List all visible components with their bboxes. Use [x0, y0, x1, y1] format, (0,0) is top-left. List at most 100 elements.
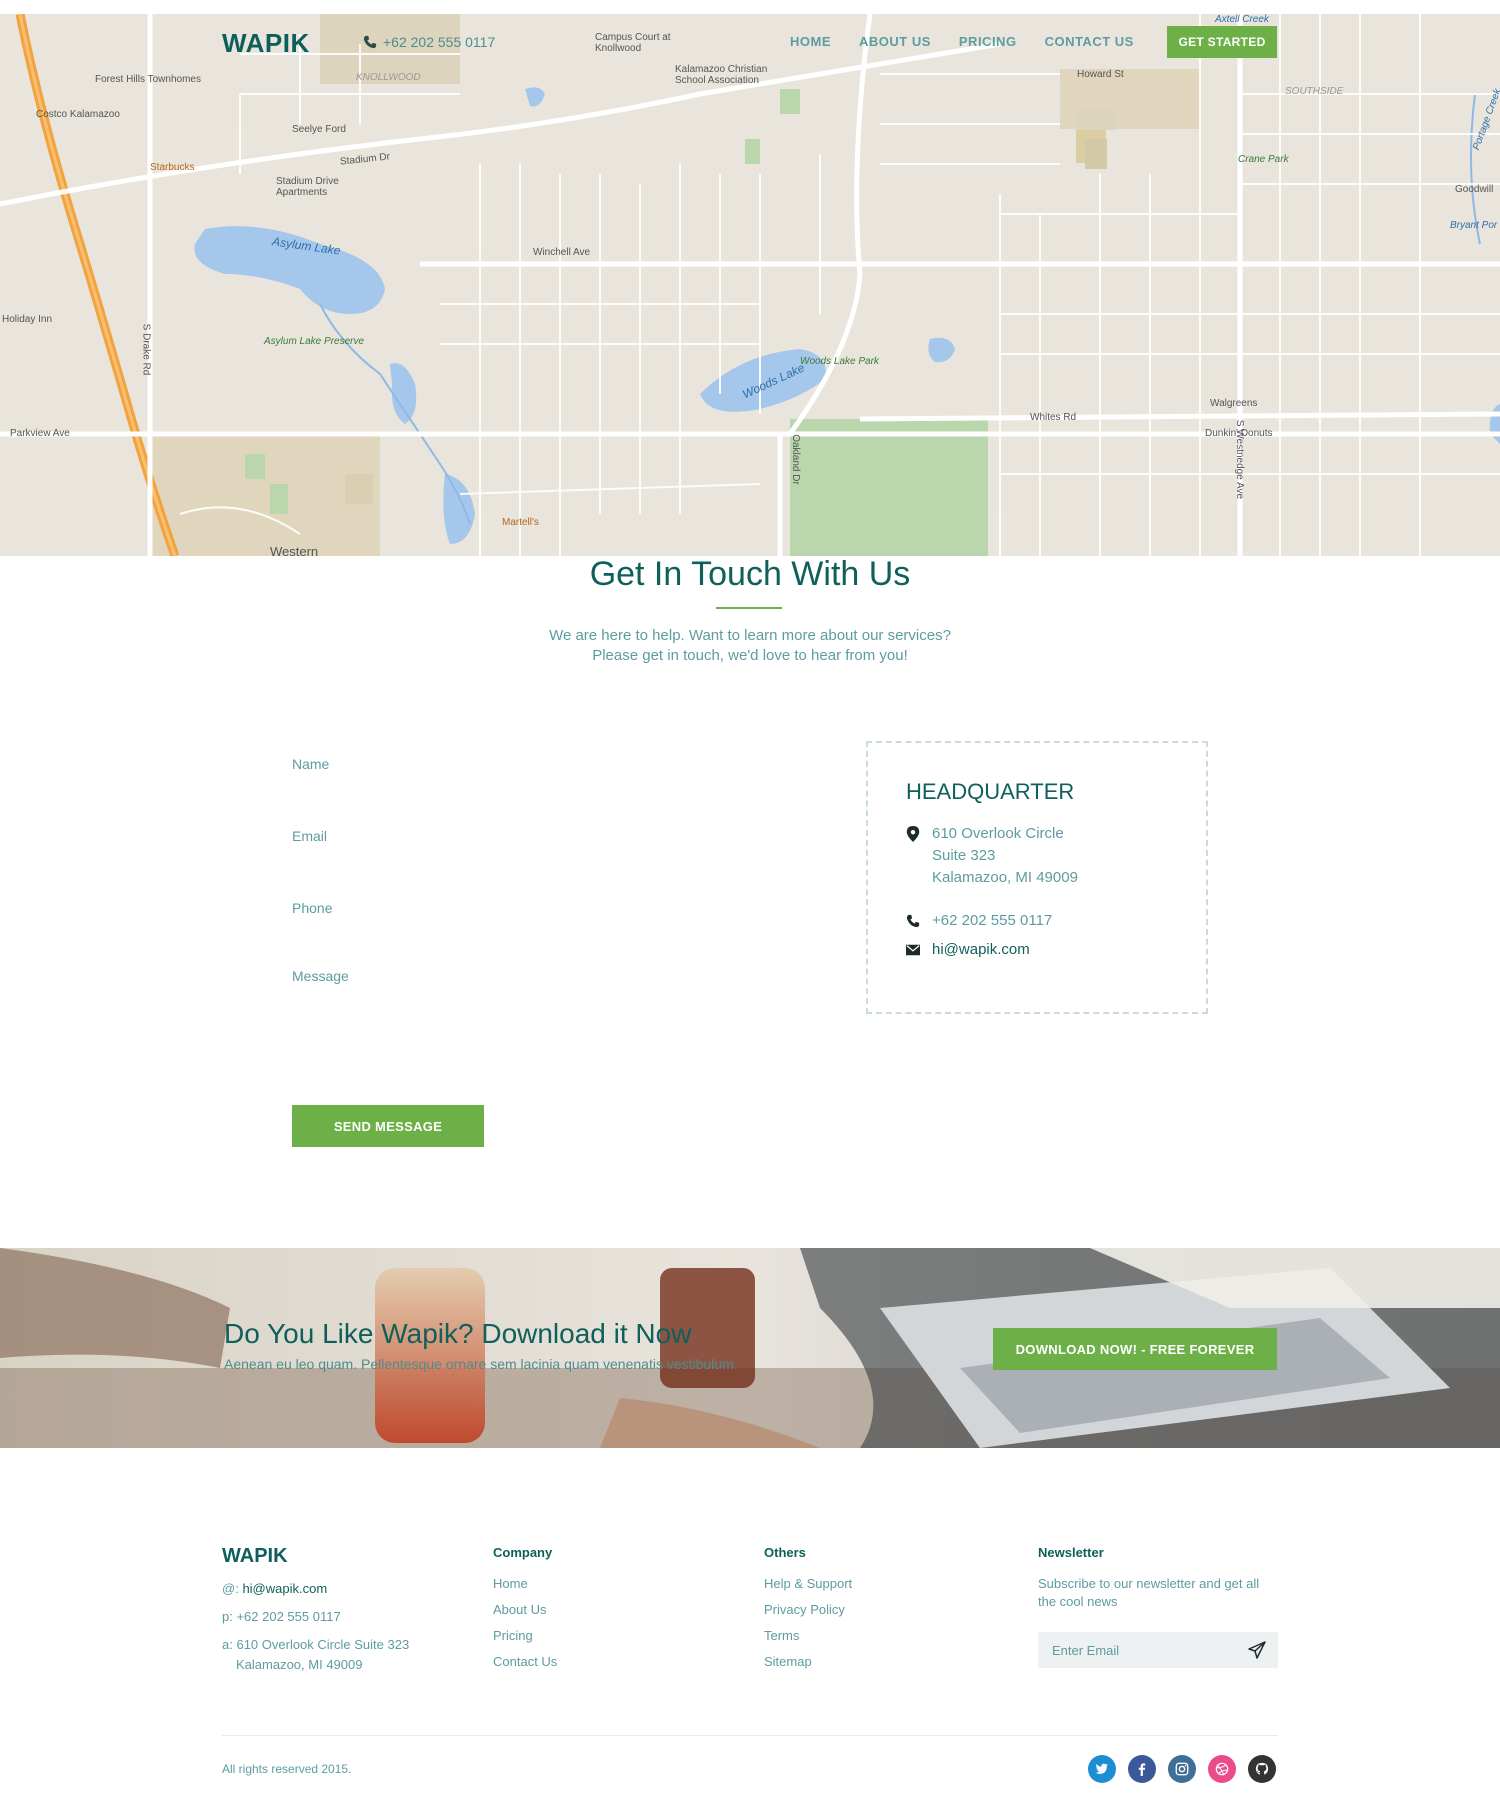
map-label-bryant: Bryant Por: [1450, 220, 1498, 231]
map-label-howard-st: Howard St: [1077, 69, 1124, 80]
hq-email-link[interactable]: hi@wapik.com: [932, 939, 1030, 961]
name-field[interactable]: [292, 742, 832, 786]
facebook-link[interactable]: [1128, 1755, 1156, 1783]
newsletter-description: Subscribe to our newsletter and get all …: [1038, 1576, 1260, 1609]
contact-subtitle: We are here to help. Want to learn more …: [0, 626, 1500, 666]
download-now-button[interactable]: DOWNLOAD NOW! - FREE FOREVER: [993, 1328, 1277, 1370]
phone-icon: [363, 35, 377, 49]
footer-link-privacy-policy[interactable]: Privacy Policy: [764, 1602, 852, 1617]
nav-contact-us[interactable]: CONTACT US: [1045, 34, 1134, 49]
footer-link-sitemap[interactable]: Sitemap: [764, 1654, 852, 1669]
map-label-costco: Costco Kalamazoo: [36, 109, 120, 120]
email-field[interactable]: [292, 814, 832, 858]
footer-company: Company Home About Us Pricing Contact Us: [493, 1545, 557, 1680]
footer-logo[interactable]: WAPIK: [222, 1545, 288, 1568]
phone-field[interactable]: [292, 886, 832, 930]
footer-phone-number: +62 202 555 0117: [236, 1609, 341, 1624]
headquarter-title: HEADQUARTER: [906, 779, 1075, 804]
map-label-crane-park: Crane Park: [1238, 154, 1289, 165]
nav-home[interactable]: HOME: [790, 34, 831, 49]
footer-others-heading: Others: [764, 1545, 806, 1560]
map-label-drake-rd: S Drake Rd: [140, 323, 152, 376]
footer-link-help-support[interactable]: Help & Support: [764, 1576, 852, 1591]
footer-address-line2: Kalamazoo, MI 49009: [236, 1657, 363, 1672]
map-label-knollwood: KNOLLWOOD: [356, 72, 421, 83]
footer-link-contact-us[interactable]: Contact Us: [493, 1654, 557, 1669]
headquarter-card: HEADQUARTER 610 Overlook Circle Suite 32…: [866, 741, 1208, 1014]
download-banner: Do You Like Wapik? Download it Now Aenea…: [0, 1248, 1500, 1448]
header-phone: +62 202 555 0117: [363, 34, 495, 50]
location-pin-icon: [906, 826, 920, 842]
footer-link-home[interactable]: Home: [493, 1576, 557, 1591]
map-label-parkview-ave: Parkview Ave: [10, 428, 70, 439]
footer-link-about-us[interactable]: About Us: [493, 1602, 557, 1617]
map-label-starbucks: Starbucks: [150, 162, 195, 173]
hq-phone: +62 202 555 0117: [906, 910, 1052, 932]
map-label-whites-rd: Whites Rd: [1030, 412, 1077, 423]
map-label-seelye-ford: Seelye Ford: [292, 124, 346, 135]
message-field[interactable]: [292, 968, 832, 1088]
newsletter-email-input[interactable]: [1052, 1632, 1232, 1668]
nav-pricing[interactable]: PRICING: [959, 34, 1017, 49]
envelope-icon: [906, 944, 920, 956]
site-logo[interactable]: WAPIK: [222, 28, 310, 59]
map-label-oakland-dr: Oakland Dr: [789, 434, 801, 485]
footer-others: Others Help & Support Privacy Policy Ter…: [764, 1545, 852, 1680]
dribbble-link[interactable]: [1208, 1755, 1236, 1783]
hq-address-line3: Kalamazoo, MI 49009: [932, 869, 1078, 886]
location-map[interactable]: Asylum Lake Asylum Lake Preserve Woods L…: [0, 14, 1500, 556]
send-icon[interactable]: [1248, 1641, 1266, 1659]
map-label-goodwill: Goodwill: [1455, 184, 1494, 195]
hq-address-line1: 610 Overlook Circle: [932, 825, 1064, 842]
footer-phone-prefix: p:: [222, 1609, 233, 1624]
twitter-link[interactable]: [1088, 1755, 1116, 1783]
footer-email-link[interactable]: hi@wapik.com: [242, 1581, 327, 1596]
footer-email-prefix: @:: [222, 1581, 239, 1596]
hq-address-line2: Suite 323: [932, 847, 996, 864]
footer-phone: p: +62 202 555 0117: [222, 1609, 341, 1624]
facebook-icon: [1138, 1763, 1146, 1776]
main-menu: HOME ABOUT US PRICING CONTACT US: [790, 34, 1134, 49]
twitter-icon: [1095, 1763, 1109, 1774]
github-link[interactable]: [1248, 1755, 1276, 1783]
footer-address-line1: 610 Overlook Circle Suite 323: [236, 1637, 410, 1652]
nav-about-us[interactable]: ABOUT US: [859, 34, 931, 49]
dribbble-icon: [1215, 1762, 1229, 1776]
header-phone-number: +62 202 555 0117: [383, 34, 496, 50]
map-label-winchell-ave: Winchell Ave: [533, 247, 591, 258]
map-label-stadium-drive-apts: Stadium Drive Apartments: [276, 176, 339, 198]
contact-subtitle-line2: Please get in touch, we'd love to hear f…: [592, 647, 908, 664]
map-label-southside: SOUTHSIDE: [1285, 86, 1344, 97]
banner-subtitle: Aenean eu leo quam. Pellentesque ornare …: [224, 1356, 738, 1372]
footer-divider: [222, 1735, 1278, 1736]
top-nav: WAPIK +62 202 555 0117 HOME ABOUT US PRI…: [0, 14, 1500, 70]
github-icon: [1255, 1762, 1269, 1775]
title-divider: [716, 607, 782, 609]
send-message-button[interactable]: SEND MESSAGE: [292, 1105, 484, 1147]
map-graphic: [0, 14, 1500, 556]
footer-newsletter: Newsletter Subscribe to our newsletter a…: [1038, 1545, 1268, 1611]
get-started-button[interactable]: GET STARTED: [1167, 26, 1277, 58]
map-label-dunkin: Dunkin' Donuts: [1205, 428, 1273, 439]
instagram-icon: [1175, 1762, 1189, 1776]
map-label-woods-lake-park: Woods Lake Park: [800, 356, 879, 367]
footer-link-pricing[interactable]: Pricing: [493, 1628, 557, 1643]
hq-phone-number: +62 202 555 0117: [932, 912, 1053, 929]
map-label-forest-hills: Forest Hills Townhomes: [95, 74, 201, 85]
contact-subtitle-line1: We are here to help. Want to learn more …: [549, 627, 951, 644]
banner-title: Do You Like Wapik? Download it Now: [224, 1318, 692, 1349]
footer-link-terms[interactable]: Terms: [764, 1628, 852, 1643]
map-label-holiday-inn: Holiday Inn: [2, 314, 53, 325]
instagram-link[interactable]: [1168, 1755, 1196, 1783]
hq-address: 610 Overlook Circle Suite 323 Kalamazoo,…: [906, 823, 1078, 889]
map-label-asylum-lake-preserve: Asylum Lake Preserve: [264, 336, 365, 347]
footer-address: a: 610 Overlook Circle Suite 323: [222, 1637, 409, 1652]
footer-newsletter-heading: Newsletter: [1038, 1545, 1104, 1560]
footer-address-prefix: a:: [222, 1637, 233, 1652]
map-label-martells: Martell's: [502, 517, 539, 528]
hq-email: hi@wapik.com: [906, 939, 1030, 961]
newsletter-form: [1038, 1632, 1278, 1668]
footer-email: @: hi@wapik.com: [222, 1581, 327, 1596]
phone-icon: [906, 914, 920, 928]
footer-company-heading: Company: [493, 1545, 553, 1560]
